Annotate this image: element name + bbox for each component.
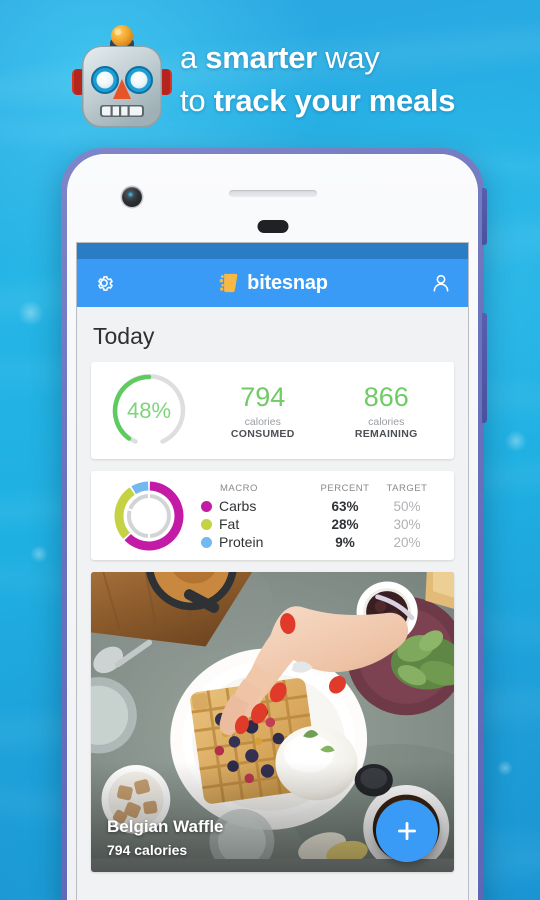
screen-content: Today 48% 794 calories CONSUMED 866 calo… — [77, 307, 468, 872]
macro-table-header: MACRO PERCENT TARGET — [201, 480, 438, 497]
macro-table: MACRO PERCENT TARGET Carbs 63% 50% Fat 2… — [201, 480, 448, 551]
bitesnap-bite-logo-icon — [219, 273, 238, 293]
macro-percent: 63% — [331, 498, 359, 514]
hero-line2-bold: track your meals — [213, 83, 456, 118]
meal-card[interactable]: Belgian Waffle 794 calories — [91, 572, 454, 872]
hero-line1-plain: a — [180, 40, 206, 75]
header-target: TARGET — [386, 483, 428, 494]
macro-label: Protein — [219, 534, 264, 550]
calorie-ring: 48% — [97, 372, 201, 450]
meal-calories: 794 calories — [107, 842, 188, 858]
phone-power-button[interactable] — [482, 313, 487, 423]
carbs-color-dot — [201, 500, 212, 512]
water-speckle — [30, 545, 48, 563]
macro-donut-icon — [114, 481, 184, 550]
svg-text:48%: 48% — [127, 398, 171, 423]
brand-name: bitesnap — [247, 271, 328, 294]
fat-color-dot — [201, 518, 212, 530]
macro-name-cell: Carbs — [201, 498, 314, 514]
add-meal-fab[interactable] — [376, 800, 438, 862]
remaining-label: REMAINING — [354, 427, 418, 440]
table-row: Protein 9% 20% — [201, 533, 438, 551]
phone-body: bitesnap Today 48% 794 calories CONSUMED… — [67, 154, 478, 900]
hero-line2-plain: to — [180, 83, 214, 118]
macro-percent: 28% — [331, 516, 359, 532]
macros-card[interactable]: MACRO PERCENT TARGET Carbs 63% 50% Fat 2… — [91, 471, 454, 560]
gear-icon[interactable] — [93, 272, 115, 294]
macro-label: Carbs — [219, 498, 257, 514]
page-title: Today — [93, 323, 155, 349]
person-icon[interactable] — [430, 272, 452, 294]
plus-icon — [398, 822, 416, 840]
progress-ring-icon: 48% — [112, 373, 186, 444]
remaining-value: 866 — [363, 381, 409, 412]
calories-remaining: 866 calories REMAINING — [325, 382, 449, 440]
phone-mockup: bitesnap Today 48% 794 calories CONSUMED… — [61, 148, 487, 900]
header-macro: MACRO — [220, 483, 258, 494]
macro-percent: 9% — [335, 534, 355, 550]
macro-name-cell: Fat — [201, 516, 314, 532]
meal-info: Belgian Waffle 794 calories — [107, 817, 224, 858]
header-percent: PERCENT — [320, 483, 370, 494]
remaining-unit: calories — [368, 415, 405, 428]
robot-emoji-icon — [72, 25, 172, 128]
macro-donut — [97, 479, 201, 553]
status-bar — [77, 243, 468, 259]
hero-headline: a smarter way to track your meals — [180, 36, 530, 122]
front-camera-icon — [122, 187, 142, 207]
macro-label: Fat — [219, 516, 240, 532]
protein-color-dot — [201, 536, 212, 548]
macro-target: 30% — [393, 516, 421, 532]
calories-card[interactable]: 48% 794 calories CONSUMED 866 calories R… — [91, 362, 454, 459]
earpiece-speaker — [228, 190, 317, 197]
phone-volume-button[interactable] — [482, 188, 487, 245]
water-speckle — [497, 760, 513, 776]
water-speckle — [18, 300, 44, 326]
brand: bitesnap — [217, 272, 328, 295]
hero-banner: a smarter way to track your meals — [0, 0, 540, 150]
phone-screen: bitesnap Today 48% 794 calories CONSUMED… — [76, 242, 469, 900]
app-bar: bitesnap — [77, 259, 468, 307]
proximity-sensor — [257, 220, 288, 233]
table-row: Carbs 63% 50% — [201, 497, 438, 515]
table-row: Fat 28% 30% — [201, 515, 438, 533]
meal-name: Belgian Waffle — [107, 817, 224, 836]
hero-line1-tail: way — [316, 40, 380, 75]
consumed-label: CONSUMED — [230, 427, 295, 440]
water-speckle — [505, 430, 527, 452]
hero-line1-bold: smarter — [205, 40, 317, 75]
macro-target: 50% — [393, 498, 421, 514]
consumed-value: 794 — [240, 381, 286, 412]
macro-target: 20% — [393, 534, 421, 550]
consumed-unit: calories — [244, 415, 281, 428]
calories-consumed: 794 calories CONSUMED — [201, 382, 325, 440]
macro-name-cell: Protein — [201, 534, 314, 550]
